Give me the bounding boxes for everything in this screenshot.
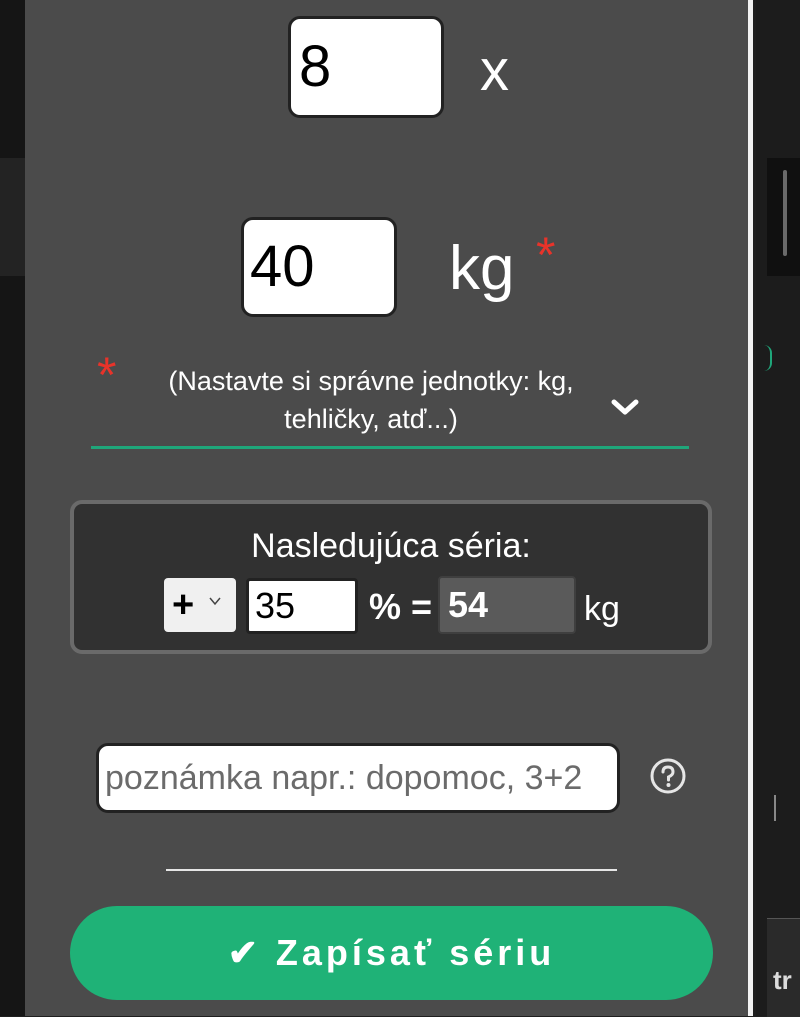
save-set-button[interactable]: ✔ Zapísať sériu xyxy=(70,906,713,1000)
background-scroll-bar xyxy=(783,170,787,256)
weight-input[interactable]: 40 xyxy=(241,217,397,317)
background-band xyxy=(0,158,25,276)
caret-down-icon xyxy=(209,597,221,606)
question-circle-icon[interactable] xyxy=(649,757,687,795)
weight-unit-label: kg xyxy=(449,234,515,303)
background-tab-label: tr xyxy=(773,965,792,995)
required-mark: * xyxy=(97,347,117,403)
percent-input[interactable]: 35 xyxy=(246,578,358,634)
times-label: x xyxy=(480,38,509,103)
next-series-title: Nasledujúca séria: xyxy=(251,527,531,565)
background-tick xyxy=(774,795,776,821)
unit-select-label: (Nastavte si správne jednotky: kg, tehli… xyxy=(168,366,574,434)
divider xyxy=(166,869,617,871)
operator-value: + xyxy=(172,584,195,626)
unit-select[interactable]: (Nastavte si správne jednotky: kg, tehli… xyxy=(91,346,689,449)
background-tab[interactable]: tr xyxy=(767,918,800,1017)
panel-edge xyxy=(748,0,753,1016)
next-series-result: 54 xyxy=(438,576,576,634)
note-input[interactable]: poznámka napr.: dopomoc, 3+2 xyxy=(96,743,620,813)
reps-input[interactable]: 8 xyxy=(288,16,444,118)
background-right-band xyxy=(767,158,800,276)
next-series-box: Nasledujúca séria: + 35 % = 54 kg xyxy=(70,500,712,654)
operator-select[interactable]: + xyxy=(164,578,236,632)
background-left-strip xyxy=(0,0,25,1016)
chevron-down-icon xyxy=(611,399,639,415)
background-green-arc xyxy=(764,345,772,371)
next-series-unit: kg xyxy=(584,590,620,628)
background-right-strip xyxy=(756,0,800,1016)
required-mark: * xyxy=(536,227,556,283)
percent-equals-label: % = xyxy=(369,586,433,627)
